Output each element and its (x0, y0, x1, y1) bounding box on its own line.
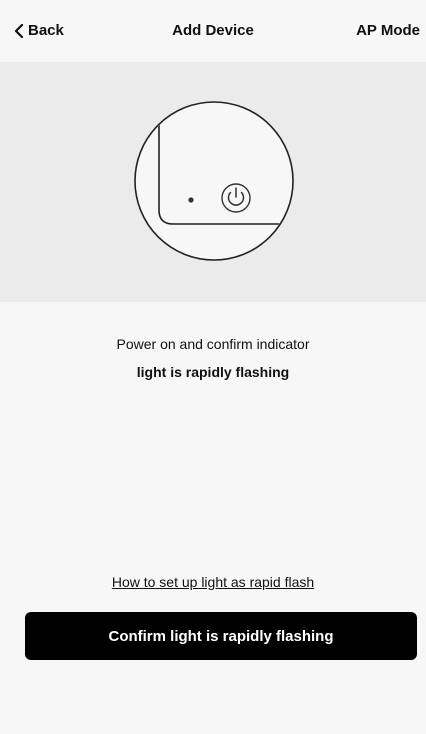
add-device-screen: Back Add Device AP Mode Power on and con… (0, 0, 426, 734)
instruction-line-2: light is rapidly flashing (136, 364, 290, 380)
device-illustration-area (0, 62, 426, 302)
back-button[interactable]: Back (14, 22, 64, 39)
indicator-dot-icon (188, 197, 194, 203)
device-illustration (134, 101, 294, 261)
confirm-flashing-button[interactable]: Confirm light is rapidly flashing (25, 612, 417, 660)
chevron-left-icon (14, 23, 24, 38)
navigation-bar: Back Add Device AP Mode (0, 0, 426, 62)
instructions-text: Power on and confirm indicator light is … (0, 330, 426, 386)
back-label: Back (28, 22, 64, 39)
page-title: Add Device (172, 22, 254, 39)
instruction-line-1: Power on and confirm indicator (116, 336, 310, 352)
ap-mode-button[interactable]: AP Mode (356, 22, 420, 39)
rapid-flash-help-link[interactable]: How to set up light as rapid flash (0, 574, 426, 590)
